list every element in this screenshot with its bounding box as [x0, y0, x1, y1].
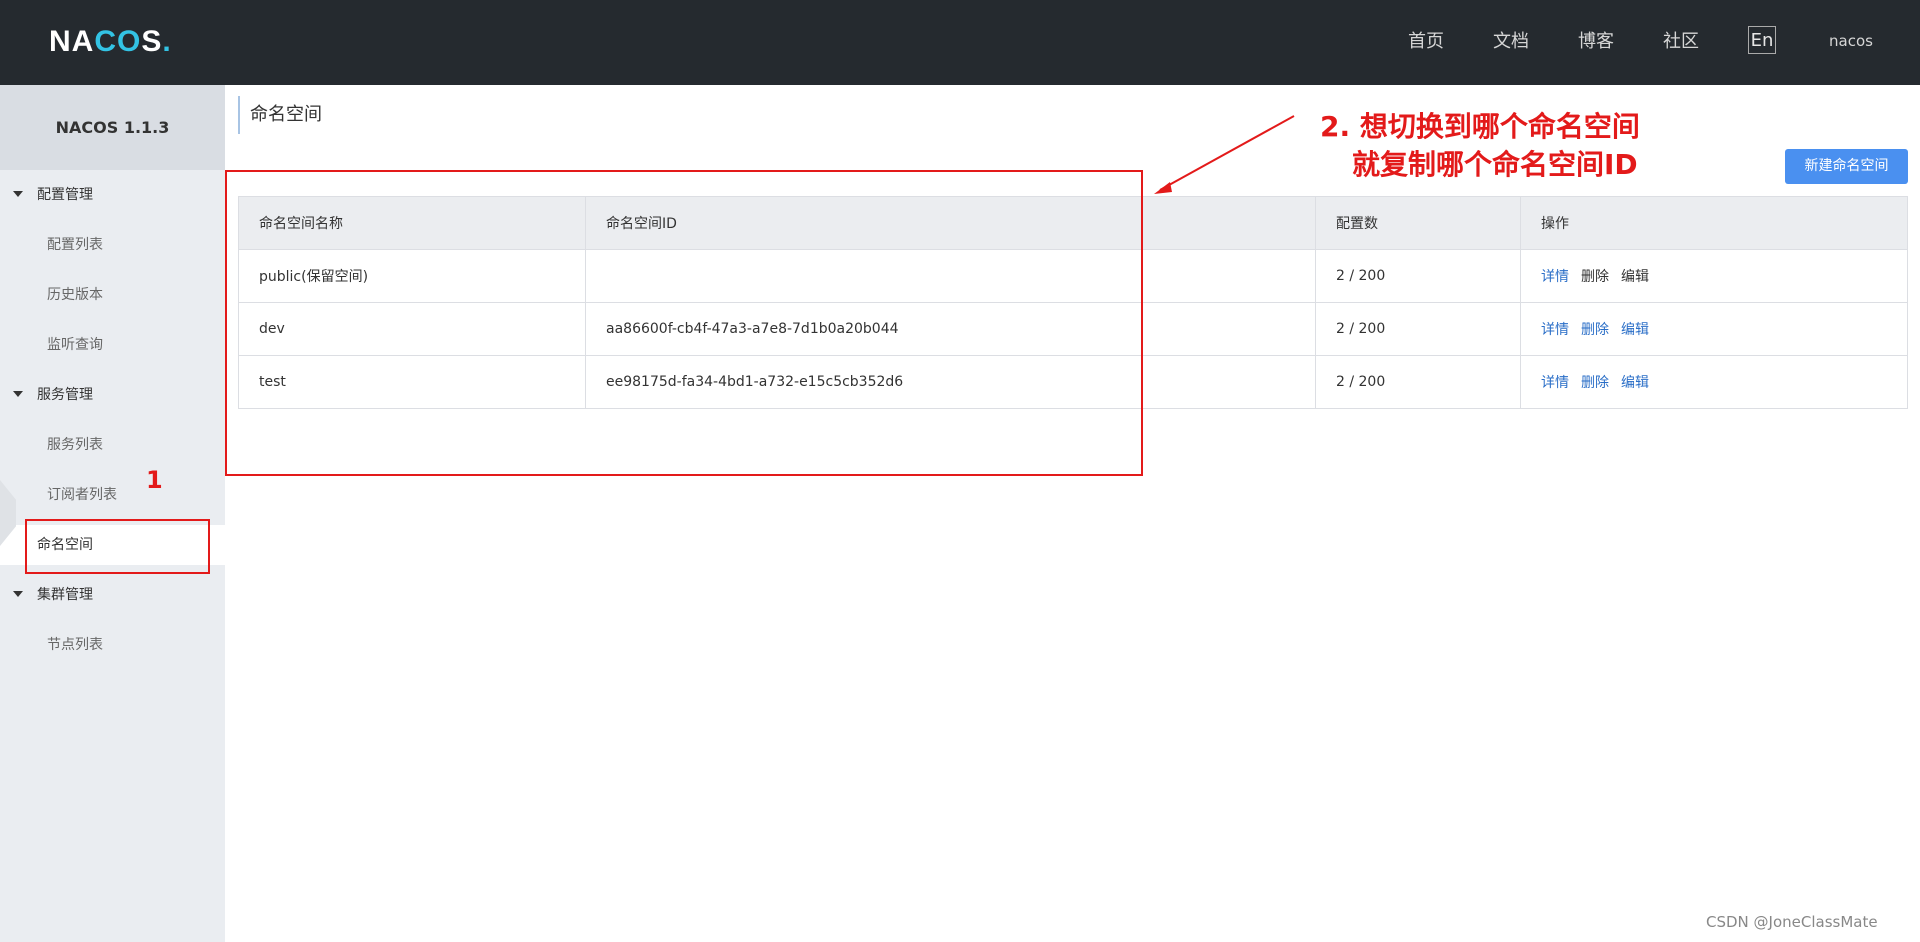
operations-cell: 详情 删除 编辑	[1520, 249, 1908, 303]
sidebar-group-label: 服务管理	[37, 387, 93, 403]
config-count-cell: 2 / 200	[1315, 355, 1521, 409]
edit-link[interactable]: 编辑	[1621, 322, 1649, 338]
sidebar-item-node-list[interactable]: 节点列表	[0, 625, 225, 665]
operations-cell: 详情 删除 编辑	[1520, 302, 1908, 356]
sidebar-group-label: 集群管理	[37, 587, 93, 603]
sidebar-item-config-list[interactable]: 配置列表	[0, 225, 225, 265]
operations-cell: 详情 删除 编辑	[1520, 355, 1908, 409]
sidebar-title: NACOS 1.1.3	[0, 85, 225, 170]
annotation-step-1: 1	[146, 466, 163, 494]
page-title: 命名空间	[238, 96, 322, 134]
sidebar-group-service[interactable]: 服务管理	[0, 380, 225, 410]
new-namespace-button[interactable]: 新建命名空间	[1785, 149, 1908, 184]
sidebar-item-history[interactable]: 历史版本	[0, 275, 225, 315]
caret-down-icon	[13, 391, 23, 397]
top-navbar: NA CO S. 首页 文档 博客 社区 En nacos	[0, 0, 1920, 85]
sidebar-group-cluster[interactable]: 集群管理	[0, 580, 225, 610]
sidebar-item-label: 历史版本	[47, 287, 103, 303]
watermark: CSDN @JoneClassMate	[1706, 913, 1878, 931]
logo-text-part: S	[141, 25, 163, 58]
logo-text-part: NA	[49, 25, 95, 58]
sidebar-item-listener-query[interactable]: 监听查询	[0, 325, 225, 365]
detail-link[interactable]: 详情	[1541, 375, 1569, 391]
nav-blog[interactable]: 博客	[1578, 30, 1614, 54]
sidebar-item-label: 节点列表	[47, 637, 103, 653]
caret-down-icon	[13, 591, 23, 597]
delete-link-disabled: 删除	[1581, 269, 1609, 285]
sidebar-group-config[interactable]: 配置管理	[0, 180, 225, 210]
column-header: 配置数	[1315, 196, 1521, 250]
nav-home[interactable]: 首页	[1408, 30, 1444, 54]
sidebar-item-label: 订阅者列表	[47, 487, 117, 503]
nacos-logo[interactable]: NA CO S.	[49, 24, 172, 60]
sidebar: NACOS 1.1.3 配置管理 配置列表 历史版本 监听查询 服务管理 服务列…	[0, 85, 225, 942]
config-count-cell: 2 / 200	[1315, 302, 1521, 356]
sidebar-item-subscriber-list[interactable]: 订阅者列表	[0, 475, 225, 515]
sidebar-item-label: 服务列表	[47, 437, 103, 453]
nav-docs[interactable]: 文档	[1493, 30, 1529, 54]
logo-dot: .	[162, 25, 172, 58]
sidebar-group-label: 配置管理	[37, 187, 93, 203]
language-toggle-button[interactable]: En	[1748, 26, 1776, 54]
delete-link[interactable]: 删除	[1581, 322, 1609, 338]
annotation-line-1: 2. 想切换到哪个命名空间	[1320, 110, 1640, 143]
detail-link[interactable]: 详情	[1541, 322, 1569, 338]
column-header: 操作	[1520, 196, 1908, 250]
sidebar-item-label: 监听查询	[47, 337, 103, 353]
annotation-box-sidebar	[25, 519, 210, 574]
annotation-step-2: 2. 想切换到哪个命名空间 就复制哪个命名空间ID	[1320, 108, 1640, 184]
nav-community[interactable]: 社区	[1663, 30, 1699, 54]
config-count-cell: 2 / 200	[1315, 249, 1521, 303]
user-name[interactable]: nacos	[1829, 32, 1873, 50]
caret-down-icon	[13, 191, 23, 197]
delete-link[interactable]: 删除	[1581, 375, 1609, 391]
logo-text-accent: CO	[94, 25, 142, 58]
edit-link-disabled: 编辑	[1621, 269, 1649, 285]
annotation-box-table	[225, 170, 1143, 476]
edit-link[interactable]: 编辑	[1621, 375, 1649, 391]
sidebar-item-label: 配置列表	[47, 237, 103, 253]
annotation-line-2: 就复制哪个命名空间ID	[1352, 148, 1638, 181]
detail-link[interactable]: 详情	[1541, 269, 1569, 285]
annotation-arrow-icon	[1154, 115, 1295, 194]
sidebar-item-service-list[interactable]: 服务列表	[0, 425, 225, 465]
